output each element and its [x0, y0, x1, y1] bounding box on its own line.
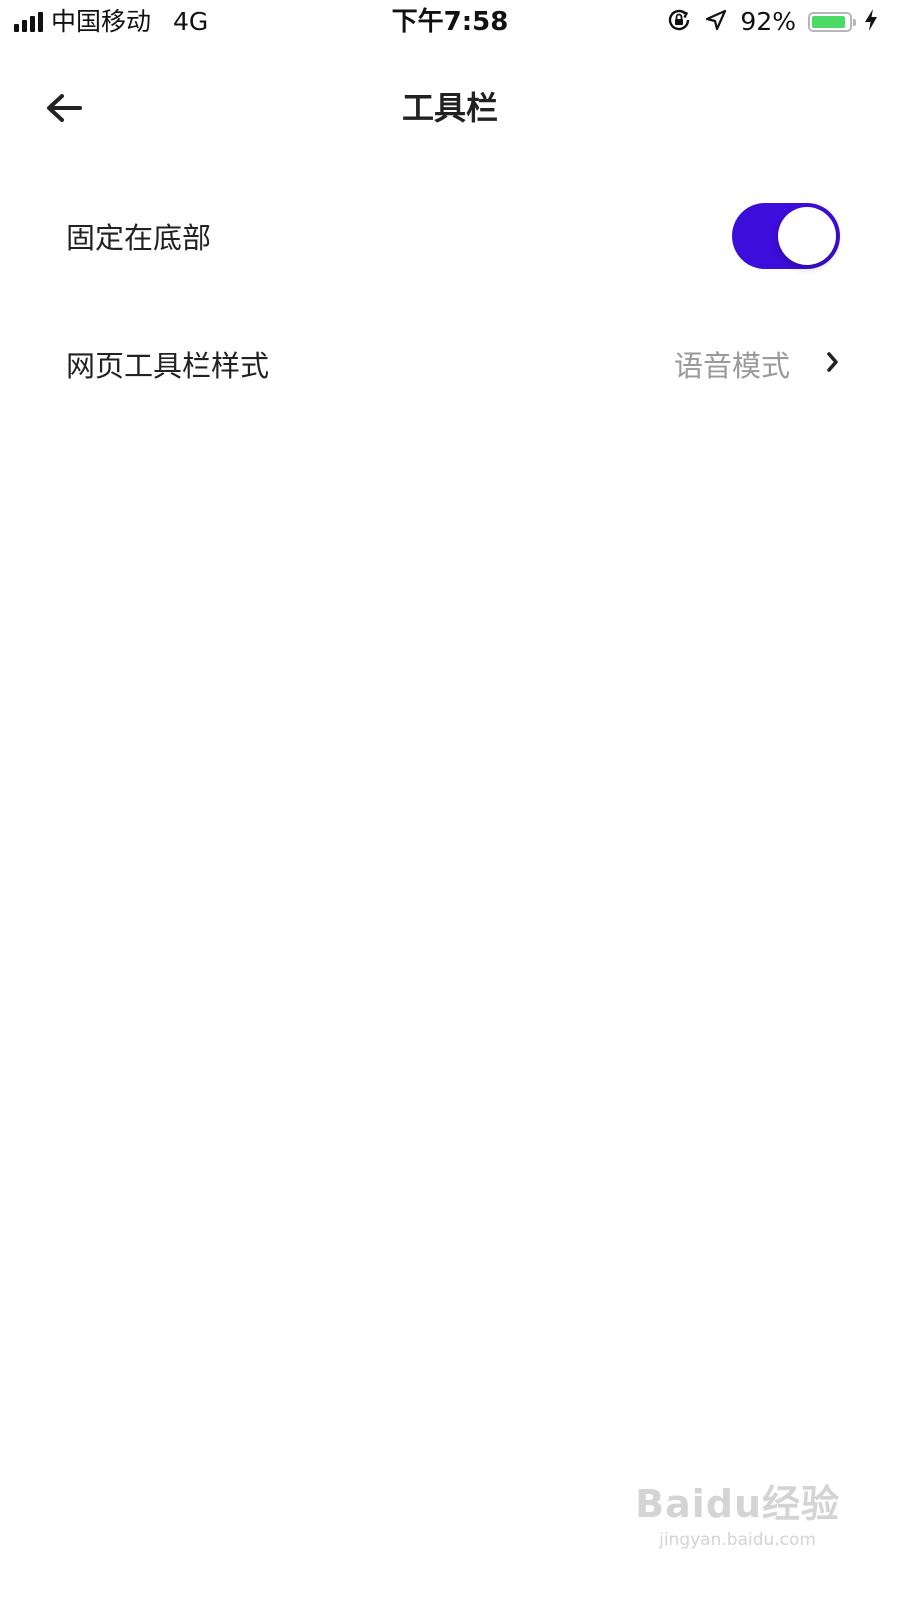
baidu-watermark: Baidu经验 jingyan.baidu.com	[635, 1473, 840, 1550]
watermark-logo-text: Baidu经验	[635, 1482, 840, 1526]
setting-label-toolbar-style: 网页工具栏样式	[66, 349, 270, 383]
toolbar-style-selector[interactable]: 语音模式	[674, 343, 840, 385]
setting-label-pin-bottom: 固定在底部	[66, 221, 212, 255]
setting-row-toolbar-style[interactable]: 网页工具栏样式 语音模式	[0, 300, 900, 428]
setting-row-pin-bottom: 固定在底部	[0, 172, 900, 300]
status-bar: 中国移动 4G 下午7:58 92%	[0, 0, 900, 44]
location-arrow-icon	[704, 8, 728, 36]
toolbar-style-value: 语音模式	[673, 349, 790, 383]
toggle-knob	[778, 207, 836, 265]
pin-bottom-toggle[interactable]	[732, 203, 840, 269]
watermark-url: jingyan.baidu.com	[659, 1530, 816, 1550]
battery-fill	[812, 16, 846, 28]
settings-list: 固定在底部 网页工具栏样式 语音模式	[0, 172, 900, 428]
rotation-lock-icon	[666, 7, 692, 37]
nav-bar: 工具栏	[0, 60, 900, 156]
status-right: 92%	[666, 8, 878, 36]
battery-icon	[808, 12, 856, 32]
battery-percent: 92%	[740, 7, 796, 36]
charging-bolt-icon	[864, 8, 878, 36]
chevron-right-icon	[826, 350, 840, 378]
battery-cap	[853, 19, 856, 26]
page-title: 工具栏	[401, 89, 498, 127]
